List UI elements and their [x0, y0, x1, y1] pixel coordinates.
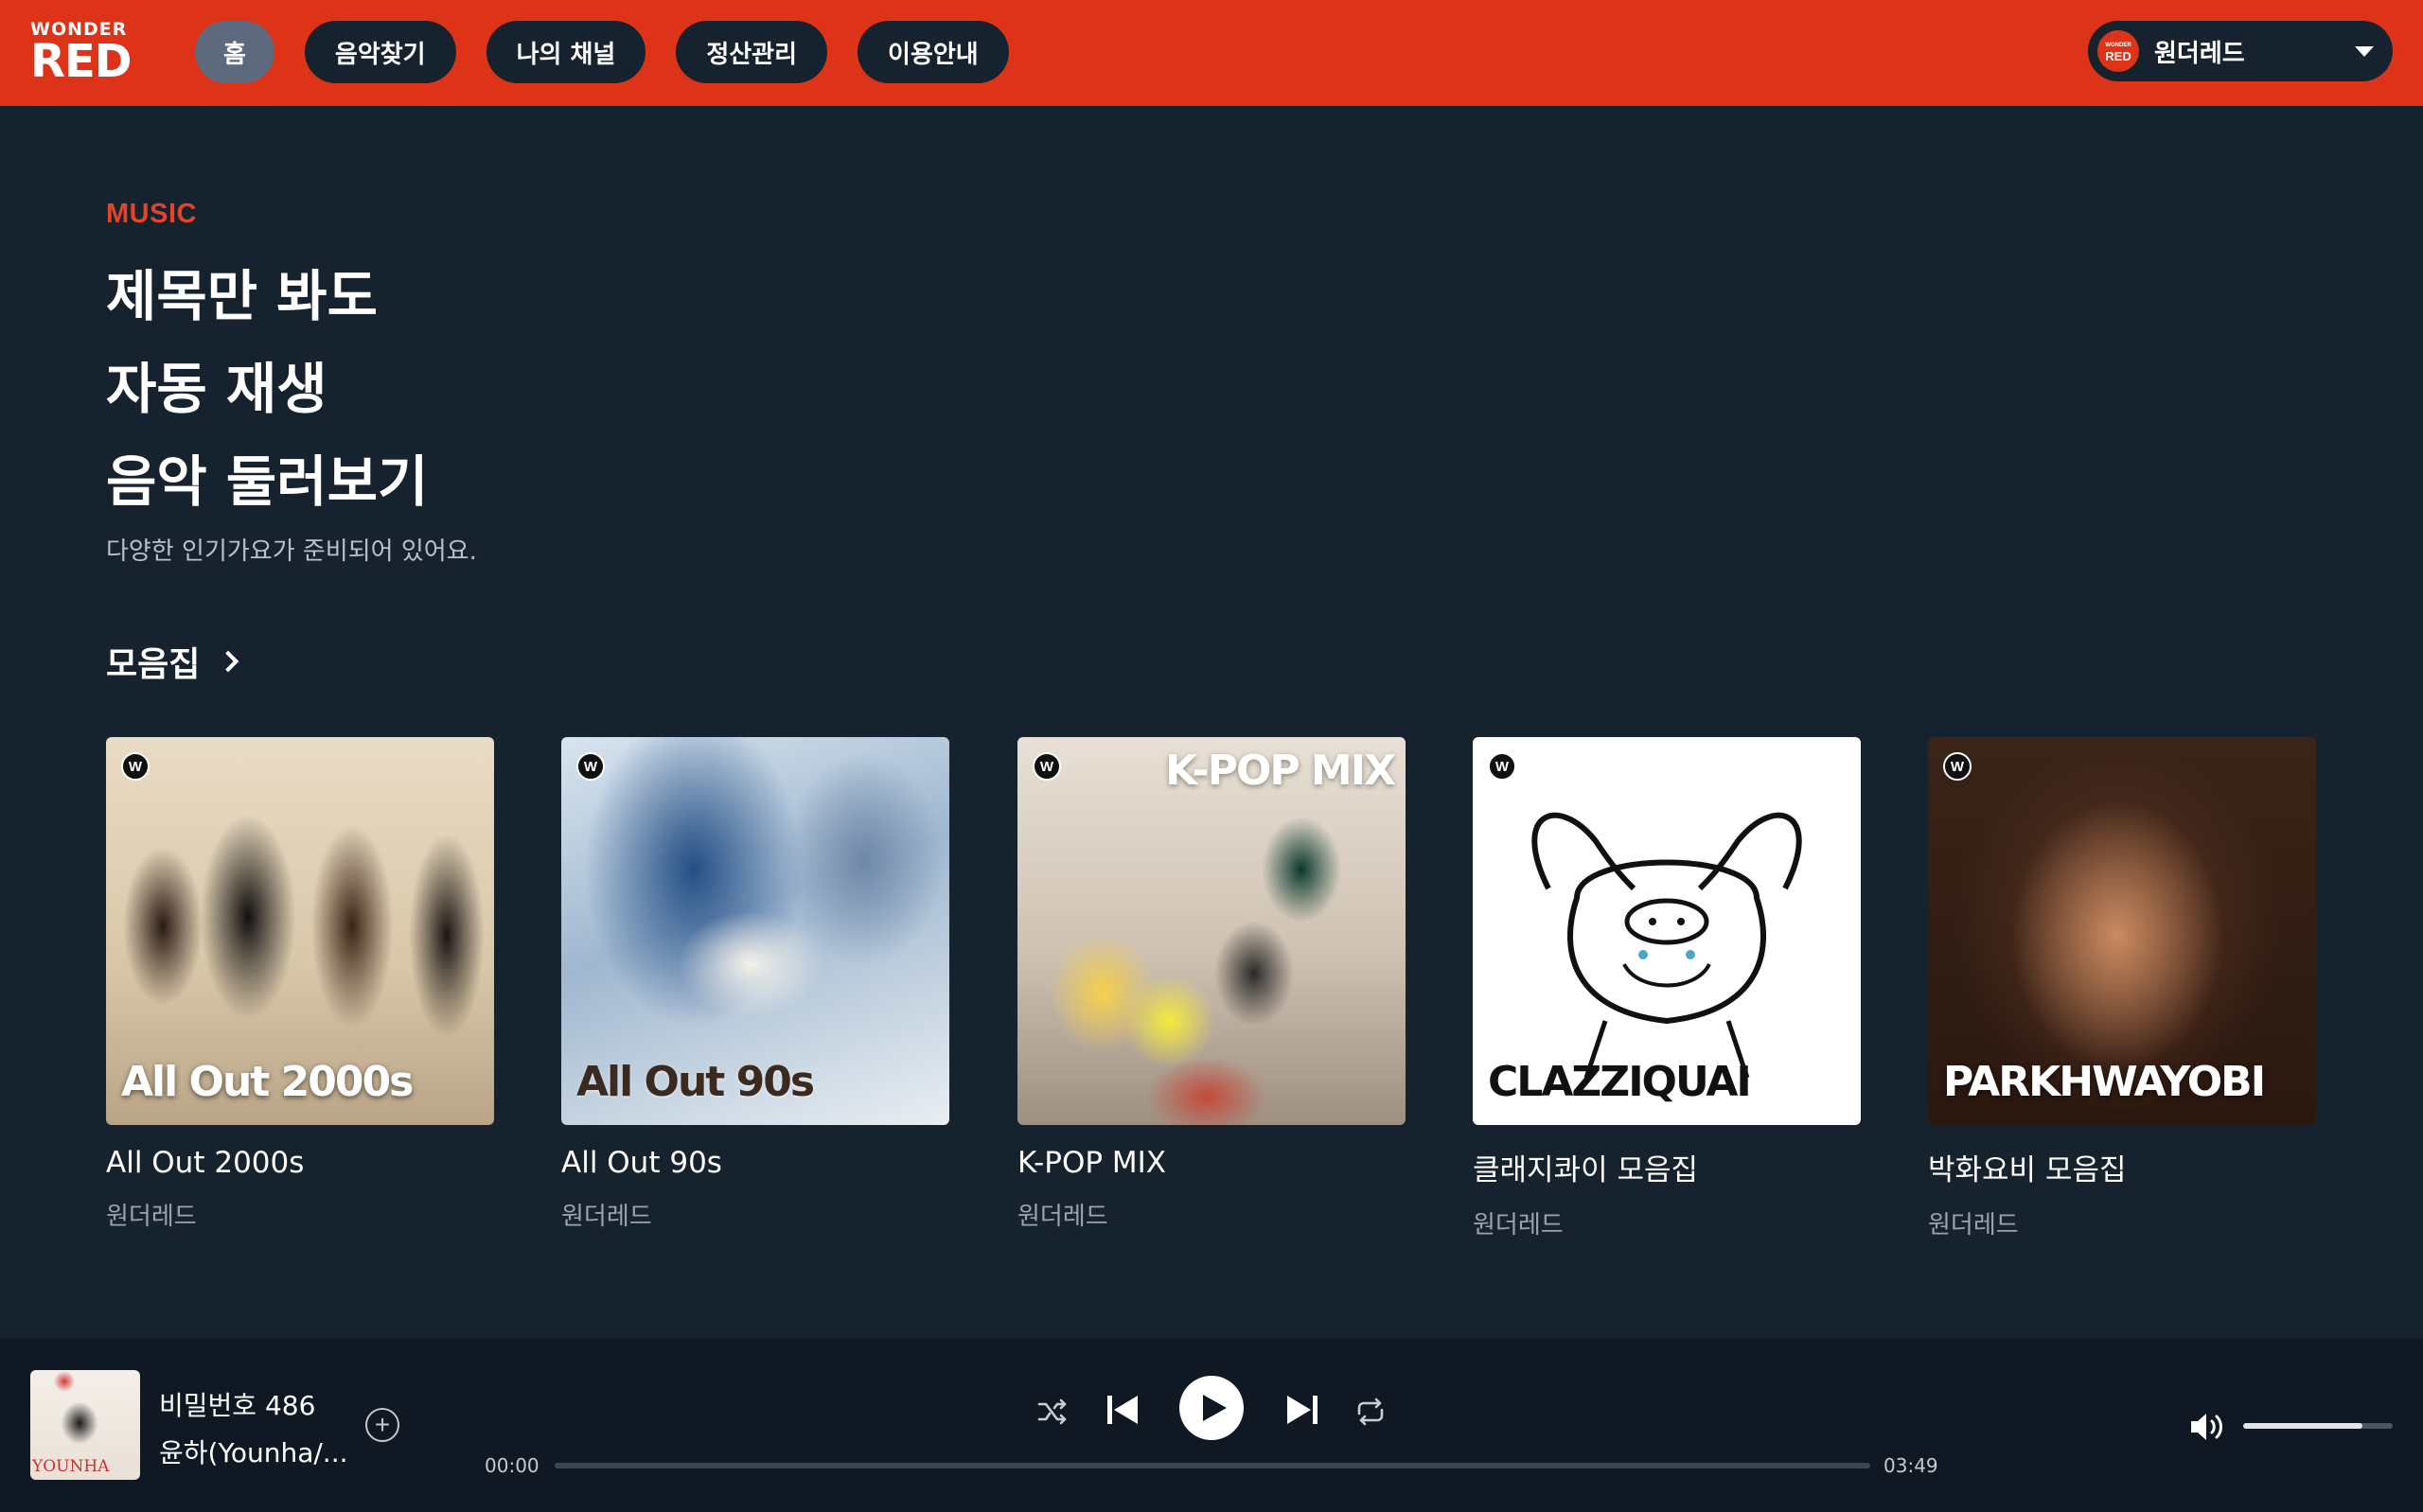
hero-title-line-2: 자동 재생 — [106, 357, 327, 421]
hero-title: 제목만 봐도 자동 재생 음악 둘러보기 — [106, 250, 428, 528]
volume-slider[interactable] — [2243, 1423, 2393, 1429]
wonder-badge-icon: W — [576, 752, 605, 781]
hero-title-line-1: 제목만 봐도 — [106, 264, 378, 328]
cover-text: CLAZZIQUAI — [1488, 1058, 1752, 1106]
collection-curator: 원더레드 — [1928, 1211, 2019, 1239]
collection-cover: W All Out 2000s — [106, 737, 494, 1125]
collections-section-link[interactable]: 모음집 — [106, 637, 239, 686]
chevron-down-icon — [2355, 46, 2374, 57]
collection-title: 클래지콰이 모음집 — [1473, 1153, 1699, 1187]
collection-title: K-POP MIX — [1017, 1146, 1167, 1180]
wonder-badge-icon: W — [121, 752, 150, 781]
nav-settlement-button[interactable]: 정산관리 — [676, 21, 828, 83]
hero-subtitle: 다양한 인기가요가 준비되어 있어요. — [106, 537, 477, 566]
section-title: 모음집 — [106, 645, 201, 684]
nav-guide-button[interactable]: 이용안내 — [858, 21, 1009, 83]
wonder-badge-icon: W — [1033, 752, 1061, 781]
hero-eyebrow: MUSIC — [106, 199, 197, 229]
previous-icon[interactable] — [1104, 1391, 1141, 1429]
account-dropdown[interactable]: WONDER RED 원더레드 — [2088, 21, 2393, 81]
collection-cover: W All Out 90s — [561, 737, 949, 1125]
main-nav: 홈 음악찾기 나의 채널 정산관리 이용안내 — [195, 21, 1039, 83]
collection-curator: 원더레드 — [1473, 1211, 1564, 1239]
shuffle-icon[interactable] — [1034, 1393, 1071, 1431]
progress-bar[interactable] — [555, 1463, 1870, 1468]
collection-title: All Out 2000s — [106, 1146, 305, 1180]
next-icon[interactable] — [1283, 1391, 1321, 1429]
track-duration: 03:49 — [1884, 1454, 1938, 1477]
collection-cover: W PARKHWAYOBI — [1928, 737, 2316, 1125]
hero-title-line-3: 음악 둘러보기 — [106, 449, 429, 514]
avatar-bottom-text: RED — [2105, 49, 2131, 63]
collection-cover: W CLAZZIQUAI — [1473, 737, 1861, 1125]
top-nav-bar: WONDER RED 홈 음악찾기 나의 채널 정산관리 이용안내 WONDER… — [0, 0, 2423, 106]
now-playing-album-art[interactable]: YOUNHA — [30, 1370, 140, 1480]
repeat-icon[interactable] — [1352, 1393, 1389, 1431]
nav-home-button[interactable]: 홈 — [195, 21, 274, 83]
wonder-badge-icon: W — [1943, 752, 1972, 781]
nav-my-channel-button[interactable]: 나의 채널 — [486, 21, 646, 83]
play-button[interactable] — [1179, 1376, 1244, 1440]
wonder-red-logo[interactable]: WONDER RED — [30, 19, 134, 85]
account-name: 원더레드 — [2154, 39, 2245, 68]
album-art-text: YOUNHA — [32, 1457, 110, 1476]
collection-title: All Out 90s — [561, 1146, 722, 1180]
nav-find-music-button[interactable]: 음악찾기 — [304, 21, 456, 83]
now-playing-artist: 윤하(Younha/... — [159, 1437, 348, 1468]
chevron-right-icon — [218, 650, 239, 673]
collection-curator: 원더레드 — [1017, 1203, 1108, 1231]
volume-icon[interactable] — [2188, 1410, 2228, 1444]
cover-text: All Out 90s — [576, 1058, 815, 1106]
current-time: 00:00 — [485, 1454, 539, 1477]
logo-bottom-text: RED — [30, 35, 133, 88]
cover-text: K-POP MIX — [1165, 747, 1396, 795]
now-playing-title: 비밀번호 486 — [159, 1390, 316, 1421]
collection-curator: 원더레드 — [561, 1203, 652, 1231]
play-icon — [1202, 1395, 1227, 1421]
collection-card[interactable]: W All Out 90s All Out 90s 원더레드 — [561, 737, 949, 1232]
cover-text: PARKHWAYOBI — [1943, 1058, 2266, 1106]
collection-cover: W K-POP MIX — [1017, 737, 1406, 1125]
collection-card[interactable]: W CLAZZIQUAI 클래지콰이 모음집 원더레드 — [1473, 737, 1861, 1240]
add-icon[interactable]: + — [365, 1408, 399, 1442]
collection-curator: 원더레드 — [106, 1203, 197, 1231]
collection-card[interactable]: W PARKHWAYOBI 박화요비 모음집 원더레드 — [1928, 737, 2316, 1240]
cover-text: All Out 2000s — [121, 1058, 414, 1106]
volume-fill — [2243, 1423, 2363, 1429]
account-avatar: WONDER RED — [2097, 30, 2139, 72]
collection-card[interactable]: W All Out 2000s All Out 2000s 원더레드 — [106, 737, 494, 1232]
collection-title: 박화요비 모음집 — [1928, 1153, 2127, 1187]
collection-card[interactable]: W K-POP MIX K-POP MIX 원더레드 — [1017, 737, 1406, 1232]
